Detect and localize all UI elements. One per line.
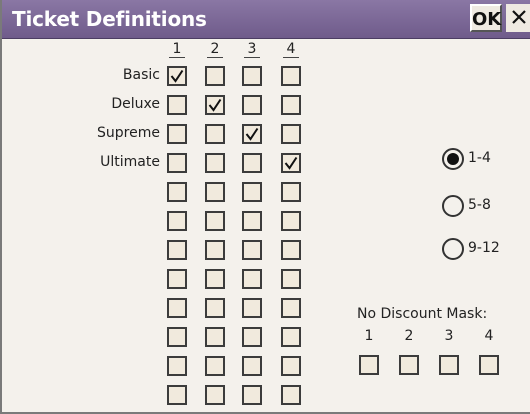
no-discount-title: No Discount Mask: xyxy=(357,306,488,322)
ok-button[interactable]: OK xyxy=(470,4,502,32)
ticket-checkbox-r11-c4[interactable] xyxy=(281,356,301,376)
window-title: Ticket Definitions xyxy=(12,7,207,31)
ticket-definitions-window: Ticket Definitions OK 1 2 3 4 Basic Deluxe Sup… xyxy=(0,0,530,414)
range-radio-label-3: 9-12 xyxy=(468,240,500,256)
ticket-checkbox-r8-c1[interactable] xyxy=(167,269,187,289)
ticket-checkbox-r12-c3[interactable] xyxy=(242,385,262,405)
ticket-checkbox-r3-c1[interactable] xyxy=(167,124,187,144)
row-label-supreme: Supreme xyxy=(97,125,160,141)
ticket-checkbox-r5-c1[interactable] xyxy=(167,182,187,202)
ticket-checkbox-r10-c3[interactable] xyxy=(242,327,262,347)
ticket-checkbox-r6-c3[interactable] xyxy=(242,211,262,231)
ticket-checkbox-r2-c1[interactable] xyxy=(167,95,187,115)
ticket-checkbox-r5-c3[interactable] xyxy=(242,182,262,202)
checkmark-icon xyxy=(245,127,259,141)
close-icon xyxy=(512,10,526,24)
checkmark-icon xyxy=(284,156,298,170)
ticket-checkbox-r1-c2[interactable] xyxy=(205,66,225,86)
no-discount-checkbox-1[interactable] xyxy=(359,355,379,375)
column-header-3: 3 xyxy=(240,41,264,58)
ticket-checkbox-r4-c2[interactable] xyxy=(205,153,225,173)
ticket-checkbox-r4-c1[interactable] xyxy=(167,153,187,173)
ticket-checkbox-r10-c2[interactable] xyxy=(205,327,225,347)
row-label-basic: Basic xyxy=(122,67,160,83)
ticket-checkbox-r11-c2[interactable] xyxy=(205,356,225,376)
no-discount-checkbox-3[interactable] xyxy=(439,355,459,375)
ticket-checkbox-r3-c3[interactable] xyxy=(242,124,262,144)
checkmark-icon xyxy=(170,69,184,83)
no-discount-column-3: 3 xyxy=(444,328,454,344)
ticket-checkbox-r9-c2[interactable] xyxy=(205,298,225,318)
ticket-checkbox-r6-c4[interactable] xyxy=(281,211,301,231)
ticket-checkbox-r6-c1[interactable] xyxy=(167,211,187,231)
ticket-checkbox-r1-c1[interactable] xyxy=(167,66,187,86)
column-header-2: 2 xyxy=(203,41,227,58)
ticket-checkbox-r11-c3[interactable] xyxy=(242,356,262,376)
ticket-checkbox-r9-c1[interactable] xyxy=(167,298,187,318)
ticket-checkbox-r7-c1[interactable] xyxy=(167,240,187,260)
ticket-checkbox-r9-c4[interactable] xyxy=(281,298,301,318)
ticket-checkbox-r3-c2[interactable] xyxy=(205,124,225,144)
ticket-checkbox-r9-c3[interactable] xyxy=(242,298,262,318)
no-discount-checkbox-2[interactable] xyxy=(399,355,419,375)
ticket-checkbox-r1-c3[interactable] xyxy=(242,66,262,86)
ticket-checkbox-r7-c2[interactable] xyxy=(205,240,225,260)
no-discount-column-2: 2 xyxy=(404,328,414,344)
ticket-checkbox-r4-c4[interactable] xyxy=(281,153,301,173)
ticket-checkbox-r2-c3[interactable] xyxy=(242,95,262,115)
no-discount-column-1: 1 xyxy=(364,328,374,344)
range-radio-3[interactable] xyxy=(442,238,464,260)
ticket-checkbox-r8-c2[interactable] xyxy=(205,269,225,289)
ticket-checkbox-r12-c4[interactable] xyxy=(281,385,301,405)
ticket-checkbox-r2-c4[interactable] xyxy=(281,95,301,115)
ticket-checkbox-r7-c3[interactable] xyxy=(242,240,262,260)
ticket-checkbox-r5-c2[interactable] xyxy=(205,182,225,202)
ticket-checkbox-r2-c2[interactable] xyxy=(205,95,225,115)
ticket-checkbox-r8-c3[interactable] xyxy=(242,269,262,289)
row-label-deluxe: Deluxe xyxy=(111,96,160,112)
range-radio-2[interactable] xyxy=(442,195,464,217)
ticket-checkbox-r8-c4[interactable] xyxy=(281,269,301,289)
ticket-checkbox-r3-c4[interactable] xyxy=(281,124,301,144)
no-discount-checkbox-4[interactable] xyxy=(479,355,499,375)
ticket-checkbox-r6-c2[interactable] xyxy=(205,211,225,231)
ticket-checkbox-r7-c4[interactable] xyxy=(281,240,301,260)
ticket-checkbox-r12-c1[interactable] xyxy=(167,385,187,405)
ticket-checkbox-r4-c3[interactable] xyxy=(242,153,262,173)
ticket-checkbox-r10-c4[interactable] xyxy=(281,327,301,347)
column-header-4: 4 xyxy=(279,41,303,58)
row-label-ultimate: Ultimate xyxy=(100,154,160,170)
close-button[interactable] xyxy=(506,4,530,32)
range-radio-label-1: 1-4 xyxy=(468,150,491,166)
no-discount-column-4: 4 xyxy=(484,328,494,344)
ticket-checkbox-r10-c1[interactable] xyxy=(167,327,187,347)
ticket-checkbox-r11-c1[interactable] xyxy=(167,356,187,376)
title-bar: Ticket Definitions OK xyxy=(2,0,530,39)
range-radio-1[interactable] xyxy=(442,148,464,170)
ticket-checkbox-r12-c2[interactable] xyxy=(205,385,225,405)
column-header-1: 1 xyxy=(165,41,189,58)
range-radio-label-2: 5-8 xyxy=(468,197,491,213)
ticket-checkbox-r1-c4[interactable] xyxy=(281,66,301,86)
checkmark-icon xyxy=(208,98,222,112)
ticket-checkbox-r5-c4[interactable] xyxy=(281,182,301,202)
